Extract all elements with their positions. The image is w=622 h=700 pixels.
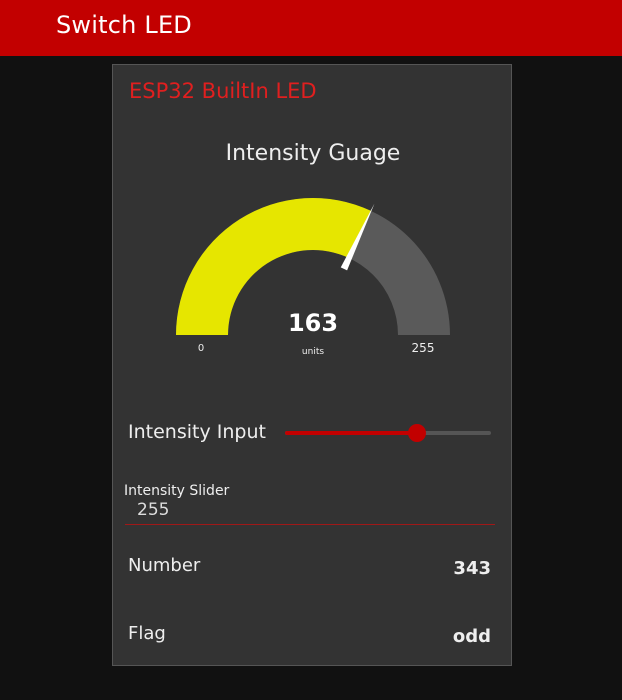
flag-label: Flag — [128, 623, 166, 644]
gauge-max-label: 255 — [411, 341, 435, 355]
slider-thumb[interactable] — [407, 424, 426, 442]
gauge-title: Intensity Guage — [225, 141, 401, 166]
top-bar: Switch LED — [0, 0, 622, 56]
gauge-units: units — [301, 347, 325, 357]
led-card: ESP32 BuiltIn LED Intensity Guage 163 un… — [112, 64, 512, 666]
flag-value: odd — [452, 626, 491, 647]
gauge-min-label: 0 — [197, 343, 205, 354]
number-value: 343 — [453, 558, 491, 579]
number-label: Number — [128, 555, 201, 576]
page-title: Switch LED — [56, 11, 192, 39]
intensity-slider[interactable] — [285, 424, 491, 442]
card-title: ESP32 BuiltIn LED — [129, 79, 317, 103]
intensity-input-label: Intensity Input — [128, 421, 266, 443]
slider-fill — [285, 431, 417, 435]
intensity-text-input[interactable] — [125, 495, 495, 525]
gauge-value: 163 — [287, 309, 339, 337]
